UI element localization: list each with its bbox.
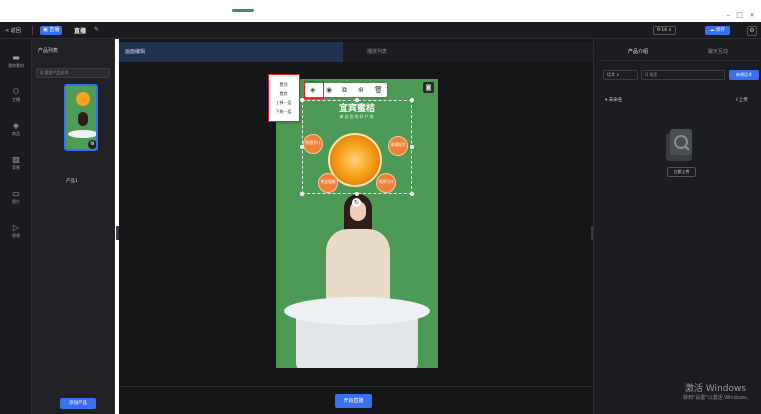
rail-item-images[interactable]: ▭ 图片 [0, 189, 32, 205]
delete-icon[interactable]: 🗑 [374, 85, 383, 95]
image-icon: ▭ [12, 189, 20, 198]
windows-watermark-title: 激活 Windows [685, 384, 747, 394]
windows-watermark-subtitle: 转到"设置"以激活 Windows。 [683, 395, 752, 401]
resize-handle[interactable] [300, 192, 304, 196]
divider [32, 26, 33, 35]
highlight-box [304, 81, 324, 99]
rail-label: 商品 [12, 131, 20, 136]
fill-bucket-icon[interactable]: ◉ [326, 85, 332, 95]
rail-label: 主播 [12, 97, 20, 102]
new-script-button[interactable]: 新增话术 [729, 70, 759, 80]
product-search-input[interactable]: Q 搜索产品名称 [36, 68, 110, 78]
tab-screen-edit[interactable]: 画面编辑 [119, 42, 343, 62]
upload-label: 上传 [738, 98, 748, 103]
person-icon: ⚇ [12, 87, 20, 96]
top-toolbar: < 返回 ▣ 直播 直播 ✎ 9:16 ∨ ☁ 保存 ⚙ [0, 22, 761, 39]
divider [119, 386, 593, 387]
layer-order-menu: 置顶 置底 上移一层 下移一层 [268, 74, 300, 122]
resize-handle[interactable] [355, 192, 359, 196]
start-live-button[interactable]: 开始直播 [335, 394, 372, 408]
product-list-title: 产品列表 [38, 48, 59, 54]
divider [602, 60, 758, 61]
camera-icon[interactable]: ◙ [423, 82, 434, 93]
box-icon: ◈ [12, 121, 20, 130]
rail-item-materials[interactable]: ▬ 我的素材 [0, 53, 32, 69]
script-search-input[interactable]: Q 搜索 [641, 70, 725, 80]
table-thumb [68, 130, 96, 138]
tab-product-intro[interactable]: 产品介绍 [602, 45, 674, 59]
rail-label: 背景 [12, 165, 20, 170]
resize-handle[interactable] [300, 145, 304, 149]
category-toggle[interactable]: ▾ 未命名 [605, 97, 622, 103]
menu-item-move-down[interactable]: 下移一层 [269, 109, 298, 115]
product-thumbnail[interactable]: ⚙ [64, 84, 98, 151]
upload-now-button[interactable]: 立即上传 [667, 167, 696, 177]
upload-link[interactable]: ⇪上传 [735, 97, 748, 103]
live-tag-label: 直播 [49, 27, 60, 33]
zoom-icon[interactable]: ⊕ [358, 85, 364, 95]
product-item-name: 产品1 [66, 179, 78, 184]
resize-handle[interactable] [410, 145, 414, 149]
rail-item-products[interactable]: ◈ 商品 [0, 121, 32, 137]
right-panel [593, 39, 761, 414]
rail-item-video[interactable]: ▷ 视频 [0, 223, 32, 239]
edit-pencil-icon[interactable]: ✎ [94, 26, 99, 33]
table-top [284, 297, 430, 325]
video-icon: ▷ [12, 223, 20, 232]
resize-handle[interactable] [410, 192, 414, 196]
script-type-dropdown[interactable]: 话术 ∨ [603, 70, 638, 80]
rail-label: 我的素材 [8, 63, 24, 68]
orange-thumb-icon [76, 92, 90, 106]
aspect-ratio-value: 9:16 ∨ [657, 28, 672, 33]
rail-label: 视频 [12, 233, 20, 238]
live-tag: ▣ 直播 [40, 26, 63, 35]
resize-handle[interactable] [410, 98, 414, 102]
tab-playlist[interactable]: 播放列表 [343, 42, 593, 62]
window-titlebar[interactable]: – □ × [0, 0, 761, 22]
project-title[interactable]: 直播 [74, 26, 86, 35]
menu-item-bring-to-front[interactable]: 置顶 [269, 82, 298, 88]
window-controls[interactable]: – □ × [727, 11, 757, 19]
copy-icon[interactable]: ⧉ [342, 85, 347, 95]
selection-box[interactable]: ↻ [300, 98, 414, 207]
drag-handle[interactable] [232, 9, 254, 12]
left-rail: ▬ 我的素材 ⚇ 主播 ◈ 商品 ▨ 背景 ▭ 图片 ▷ 视频 [0, 39, 32, 414]
settings-badge-icon[interactable]: ⚙ [88, 140, 96, 149]
settings-gear-icon[interactable]: ⚙ [747, 26, 757, 36]
app-window: – □ × < 返回 ▣ 直播 直播 ✎ 9:16 ∨ ☁ 保存 ⚙ ▬ 我的素材… [0, 0, 761, 414]
back-button[interactable]: < 返回 [5, 27, 21, 34]
background-icon: ▨ [12, 155, 20, 164]
rail-item-anchor[interactable]: ⚇ 主播 [0, 87, 32, 103]
presenter-thumb [78, 112, 88, 126]
add-product-button[interactable]: 添加产品 [60, 398, 96, 409]
menu-item-send-to-back[interactable]: 置底 [269, 91, 298, 97]
save-label: 保存 [715, 28, 725, 33]
menu-item-move-up[interactable]: 上移一层 [269, 100, 298, 106]
rotate-icon[interactable]: ↻ [352, 198, 361, 207]
tab-chat-interaction[interactable]: 聊天互动 [683, 45, 753, 59]
resize-handle[interactable] [355, 98, 359, 102]
folder-icon: ▬ [12, 53, 20, 62]
aspect-ratio-select[interactable]: 9:16 ∨ [653, 26, 676, 35]
rail-item-background[interactable]: ▨ 背景 [0, 155, 32, 171]
empty-state-icon [666, 129, 692, 161]
rail-label: 图片 [12, 199, 20, 204]
save-button[interactable]: ☁ 保存 [705, 26, 730, 35]
